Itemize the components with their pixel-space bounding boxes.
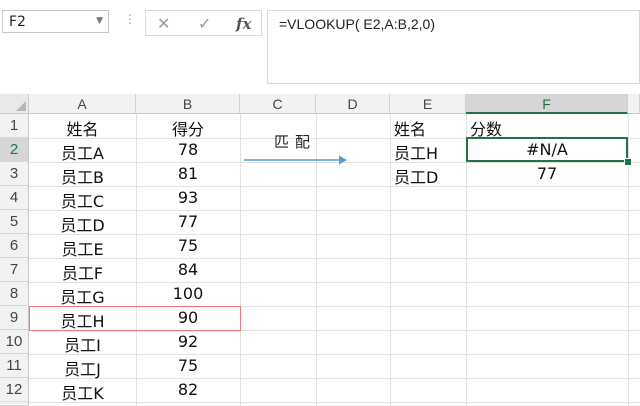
cell-a8[interactable]: 员工G [29, 284, 136, 308]
cell-a1[interactable]: 姓名 [29, 116, 136, 140]
cell-e2[interactable]: 员工H [390, 140, 466, 164]
cell-b2[interactable]: 78 [136, 140, 240, 159]
enter-icon[interactable]: ✓ [198, 14, 211, 33]
row-header-5[interactable]: 5 [0, 210, 29, 234]
cell-a7[interactable]: 员工F [29, 260, 136, 284]
cell-b6[interactable]: 75 [136, 236, 240, 255]
insert-function-icon[interactable]: fx [236, 15, 251, 33]
cell-b1[interactable]: 得分 [136, 116, 240, 140]
name-box[interactable]: F2 ▼ [2, 10, 109, 33]
cell-e3[interactable]: 员工D [390, 164, 466, 188]
formula-bar-area: F2 ▼ ⋮ ✕ ✓ fx =VLOOKUP( E2,A:B,2,0) [0, 0, 640, 92]
formula-buttons: ✕ ✓ fx [145, 10, 262, 36]
name-box-value: F2 [9, 14, 26, 30]
row-header-4[interactable]: 4 [0, 186, 29, 210]
column-header-b[interactable]: B [136, 94, 240, 114]
column-header-g[interactable] [628, 94, 640, 114]
cell-b3[interactable]: 81 [136, 164, 240, 183]
row-header-11[interactable]: 11 [0, 354, 29, 378]
formula-text: =VLOOKUP( E2,A:B,2,0) [279, 16, 436, 32]
cell-e1[interactable]: 姓名 [390, 116, 466, 140]
chevron-down-icon[interactable]: ▼ [96, 16, 103, 26]
row-header-6[interactable]: 6 [0, 234, 29, 258]
highlighted-row-box [29, 306, 241, 331]
row-header-2[interactable]: 2 [0, 138, 29, 162]
row-header-3[interactable]: 3 [0, 162, 29, 186]
cell-b8[interactable]: 100 [136, 284, 240, 303]
match-annotation-label: 匹配 [274, 133, 317, 151]
drag-handle-icon[interactable]: ⋮ [124, 12, 136, 26]
cell-a3[interactable]: 员工B [29, 164, 136, 188]
select-all-button[interactable] [0, 94, 29, 114]
cell-a6[interactable]: 员工E [29, 236, 136, 260]
cell-b5[interactable]: 77 [136, 212, 240, 231]
cell-a2[interactable]: 员工A [29, 140, 136, 164]
cell-b11[interactable]: 75 [136, 356, 240, 375]
active-cell-selection[interactable] [466, 137, 628, 162]
column-header-e[interactable]: E [390, 94, 466, 114]
cell-b10[interactable]: 92 [136, 332, 240, 351]
fill-handle[interactable] [624, 158, 632, 166]
cancel-icon[interactable]: ✕ [157, 14, 170, 33]
row-header-1[interactable]: 1 [0, 114, 29, 138]
cell-a4[interactable]: 员工C [29, 188, 136, 212]
row-header-10[interactable]: 10 [0, 330, 29, 354]
cell-b12[interactable]: 82 [136, 380, 240, 399]
cell-a5[interactable]: 员工D [29, 212, 136, 236]
cell-b7[interactable]: 84 [136, 260, 240, 279]
cell-a11[interactable]: 员工J [29, 356, 136, 380]
row-header-9[interactable]: 9 [0, 306, 29, 330]
arrow-right-icon [244, 155, 347, 165]
cell-a12[interactable]: 员工K [29, 380, 136, 404]
row-header-8[interactable]: 8 [0, 282, 29, 306]
column-header-d[interactable]: D [316, 94, 390, 114]
row-header-7[interactable]: 7 [0, 258, 29, 282]
column-header-f[interactable]: F [466, 94, 628, 114]
column-header-c[interactable]: C [240, 94, 316, 114]
formula-input[interactable]: =VLOOKUP( E2,A:B,2,0) [267, 10, 640, 84]
row-header-13[interactable] [0, 402, 29, 406]
row-header-12[interactable]: 12 [0, 378, 29, 402]
column-header-a[interactable]: A [29, 94, 136, 114]
cell-a10[interactable]: 员工I [29, 332, 136, 356]
cell-b4[interactable]: 93 [136, 188, 240, 207]
cell-f3[interactable]: 77 [466, 164, 628, 183]
